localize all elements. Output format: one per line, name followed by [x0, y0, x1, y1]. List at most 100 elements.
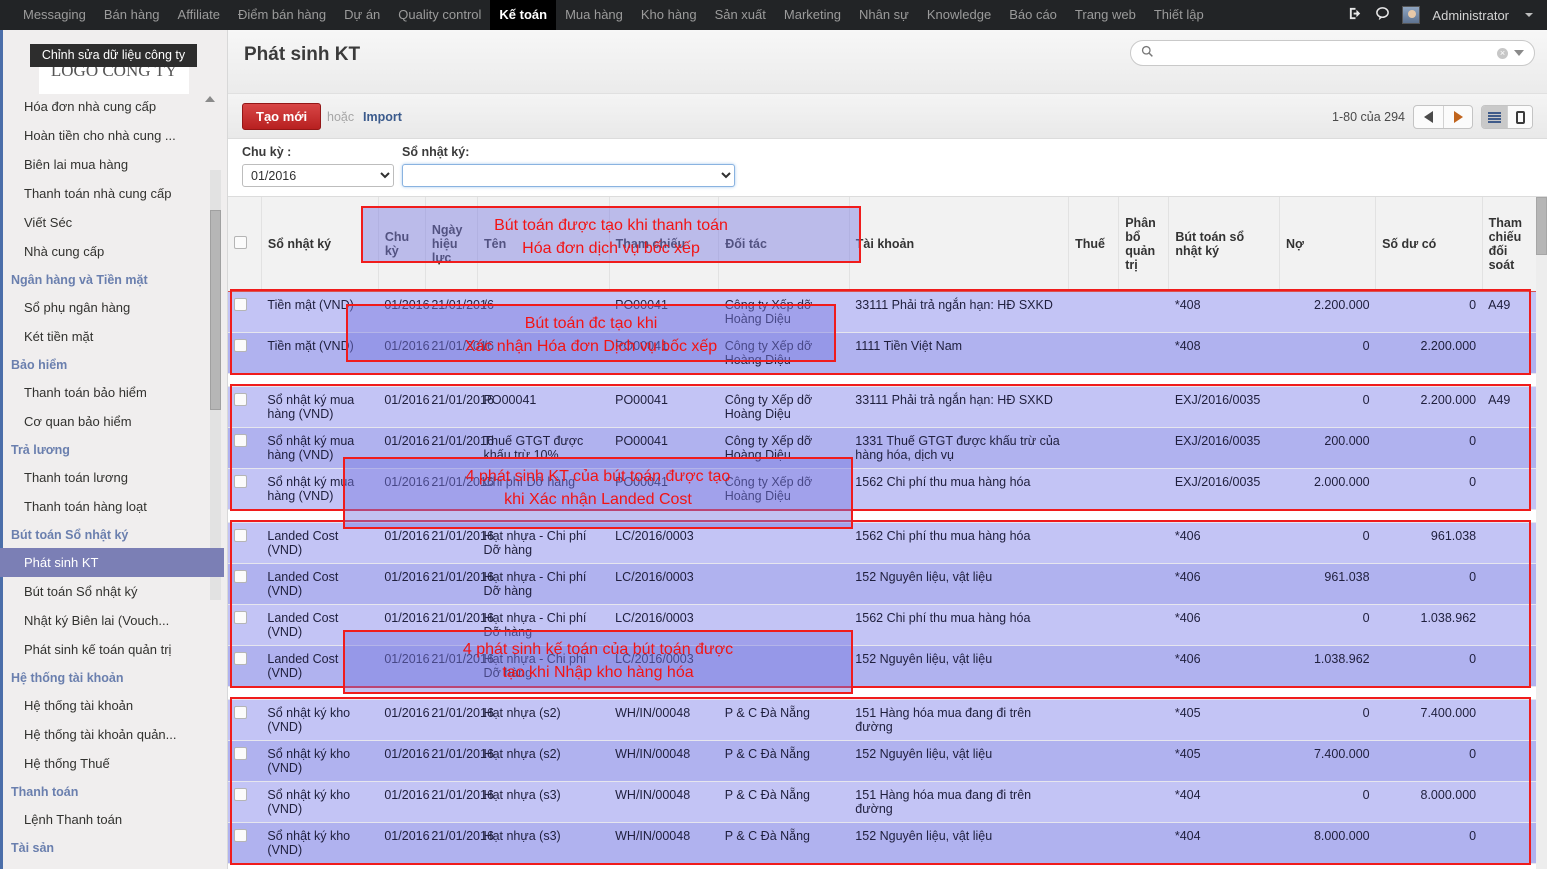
nav-item-1[interactable]: Bán hàng [95, 0, 169, 30]
list-view-button[interactable] [1482, 106, 1507, 128]
annotation-line: Xác nhận Hóa đơn Dịch vụ bốc xếp [464, 338, 718, 355]
row-checkbox[interactable] [234, 651, 247, 665]
col-account[interactable]: Tài khoản [849, 197, 1070, 292]
select-all-checkbox[interactable] [234, 235, 247, 249]
col-journal-entry[interactable]: Bút toán sổ nhật ký [1168, 197, 1281, 292]
nav-item-8[interactable]: Kho hàng [632, 0, 706, 30]
next-page-button[interactable] [1443, 106, 1472, 128]
search-input[interactable] [1160, 45, 1497, 61]
nav-item-4[interactable]: Dự án [335, 0, 389, 30]
clear-search-icon[interactable]: × [1497, 47, 1508, 59]
sidebar-item-17[interactable]: Bút toán Sổ nhật ký [0, 577, 224, 606]
sidebar-item-4[interactable]: Viết Séc [0, 208, 224, 237]
sidebar-item-3[interactable]: Thanh toán nhà cung cấp [0, 179, 224, 208]
sidebar-item-8[interactable]: Két tiền mặt [0, 322, 224, 351]
row-checkbox[interactable] [234, 433, 247, 447]
nav-item-3[interactable]: Điểm bán hàng [229, 0, 335, 30]
nav-item-12[interactable]: Knowledge [918, 0, 1000, 30]
table-row[interactable]: Sổ nhật ký kho (VND) 01/2016 21/01/2016 Hạt… [228, 740, 1537, 782]
top-nav-items: Messaging Bán hàng Affiliate Điểm bán hàng D… [14, 0, 1213, 30]
logout-icon[interactable] [1348, 6, 1363, 24]
user-menu-label[interactable]: Administrator [1432, 8, 1509, 23]
cell-analytic [1118, 563, 1169, 605]
import-link[interactable]: Import [363, 110, 402, 124]
sidebar-item-16[interactable]: Phát sinh KT [0, 548, 224, 577]
row-select-cell [228, 822, 262, 864]
chat-icon[interactable] [1375, 6, 1390, 24]
chevron-down-icon[interactable] [1525, 13, 1533, 17]
row-checkbox[interactable] [234, 297, 247, 311]
sidebar-group-20: Hệ thống tài khoản [11, 671, 124, 685]
annotation-purchase-invoice: Bút toán đc tạo khi Xác nhận Hóa đơn Dịch… [346, 304, 836, 362]
sidebar-item-23[interactable]: Hệ thống Thuế [0, 749, 224, 778]
create-button[interactable]: Tạo mới [242, 103, 322, 130]
sidebar-item-13[interactable]: Thanh toán lương [0, 463, 224, 492]
cell-name: PO00041 [477, 386, 610, 428]
cell-reconcile-ref [1482, 645, 1537, 687]
sidebar-item-19[interactable]: Phát sinh kế toán quản trị [0, 635, 224, 664]
row-checkbox[interactable] [234, 474, 247, 488]
period-select[interactable]: 01/201602/201603/201612/2015 [242, 164, 394, 187]
search-bar[interactable]: × [1130, 40, 1535, 66]
table-scrollbar-thumb[interactable] [1536, 197, 1547, 255]
row-checkbox[interactable] [234, 705, 247, 719]
col-tax[interactable]: Thuế [1068, 197, 1120, 292]
nav-item-7[interactable]: Mua hàng [556, 0, 632, 30]
sidebar-item-5[interactable]: Nhà cung cấp [0, 237, 224, 266]
annotation-landed-cost: 4 phát sinh KT của bút toán được tạo khi … [343, 457, 853, 529]
sidebar-item-7[interactable]: Sổ phụ ngân hàng [0, 293, 224, 322]
table-row[interactable]: Sổ nhật ký kho (VND) 01/2016 21/01/2016 Hạt… [228, 781, 1537, 823]
sidebar-item-10[interactable]: Thanh toán bảo hiểm [0, 378, 224, 407]
cell-debit: 0 [1279, 332, 1376, 374]
row-checkbox[interactable] [234, 828, 247, 842]
table-row[interactable]: Sổ nhật ký kho (VND) 01/2016 21/01/2016 Hạt… [228, 699, 1537, 741]
company-edit-tooltip: Chỉnh sửa dữ liệu công ty [30, 44, 197, 67]
table-row[interactable]: Sổ nhật ký mua hàng (VND) 01/2016 21/01/20… [228, 386, 1537, 428]
cell-credit: 0 [1375, 822, 1483, 864]
nav-item-10[interactable]: Marketing [775, 0, 850, 30]
col-reconcile-ref[interactable]: Tham chiếu đối soát [1482, 197, 1538, 292]
col-analytic[interactable]: Phân bổ quản trị [1118, 197, 1170, 292]
journal-select[interactable]: Tiền mặt (VND)Sổ nhật ký mua hàng (VND)L… [402, 164, 735, 187]
row-checkbox[interactable] [234, 610, 247, 624]
sidebar-group-12: Trả lương [11, 443, 70, 457]
nav-item-13[interactable]: Báo cáo [1000, 0, 1066, 30]
sidebar-item-25[interactable]: Lệnh Thanh toán [0, 805, 224, 834]
previous-page-button[interactable] [1414, 106, 1443, 128]
nav-item-9[interactable]: Sản xuất [706, 0, 775, 30]
search-dropdown-icon[interactable] [1514, 50, 1524, 56]
col-credit[interactable]: Số dư có [1375, 197, 1483, 292]
sidebar-item-21[interactable]: Hệ thống tài khoản [0, 691, 224, 720]
row-checkbox[interactable] [234, 392, 247, 406]
sidebar-item-14[interactable]: Thanh toán hàng loạt [0, 492, 224, 521]
table-row[interactable]: Landed Cost (VND) 01/2016 21/01/2016 Hạt nh… [228, 563, 1537, 605]
table-row[interactable]: Sổ nhật ký kho (VND) 01/2016 21/01/2016 Hạt… [228, 822, 1537, 864]
sidebar-item-0[interactable]: Hóa đơn nhà cung cấp [0, 92, 224, 121]
annotation-line: Bút toán đc tạo khi [524, 315, 658, 332]
nav-item-11[interactable]: Nhân sự [850, 0, 918, 30]
nav-item-5[interactable]: Quality control [389, 0, 490, 30]
sidebar-item-22[interactable]: Hệ thống tài khoản quản... [0, 720, 224, 749]
nav-item-0[interactable]: Messaging [14, 0, 95, 30]
sidebar-item-11[interactable]: Cơ quan bảo hiểm [0, 407, 224, 436]
nav-item-15[interactable]: Thiết lập [1145, 0, 1213, 30]
table-scrollbar-track[interactable] [1536, 197, 1547, 869]
cell-journal-entry: *405 [1168, 740, 1280, 782]
row-checkbox[interactable] [234, 528, 247, 542]
row-checkbox[interactable] [234, 569, 247, 583]
nav-item-6[interactable]: Kế toán [490, 0, 557, 30]
row-checkbox[interactable] [234, 338, 247, 352]
row-checkbox[interactable] [234, 746, 247, 760]
row-checkbox[interactable] [234, 787, 247, 801]
sidebar-item-18[interactable]: Nhật ký Biên lai (Vouch... [0, 606, 224, 635]
nav-item-2[interactable]: Affiliate [169, 0, 229, 30]
cell-journal-entry: EXJ/2016/0035 [1168, 427, 1280, 469]
sidebar-item-1[interactable]: Hoàn tiền cho nhà cung ... [0, 121, 224, 150]
cell-debit: 0 [1279, 604, 1376, 646]
nav-item-14[interactable]: Trang web [1066, 0, 1145, 30]
sidebar-item-2[interactable]: Biên lai mua hàng [0, 150, 224, 179]
cell-journal: Sổ nhật ký mua hàng (VND) [261, 386, 379, 428]
cell-account: 151 Hàng hóa mua đang đi trên đường [849, 699, 1069, 741]
form-view-button[interactable] [1507, 106, 1532, 128]
col-debit[interactable]: Nợ [1279, 197, 1377, 292]
